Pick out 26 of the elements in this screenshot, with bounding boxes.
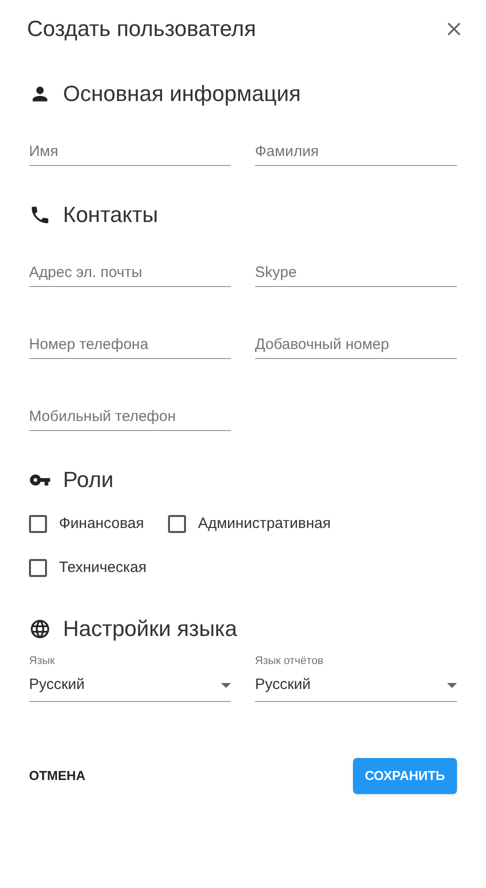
text-field[interactable]: Мобильный телефон xyxy=(29,383,231,431)
section-heading: Контакты xyxy=(63,201,158,229)
section-heading: Роли xyxy=(63,466,114,494)
checkbox-option[interactable]: Техническая xyxy=(29,556,147,580)
select-label: Язык отчётов xyxy=(255,654,324,669)
checkbox[interactable] xyxy=(29,559,47,577)
section-heading: Основная информация xyxy=(63,80,301,108)
text-field[interactable]: Имя xyxy=(29,118,231,166)
globe-icon xyxy=(29,618,51,640)
checkbox-option[interactable]: Финансовая xyxy=(29,512,144,536)
dialog-title: Создать пользователя xyxy=(27,15,256,43)
language-select[interactable]: Русский xyxy=(29,670,231,702)
dropdown-caret-icon xyxy=(221,682,231,688)
cancel-button[interactable]: ОТМЕНА xyxy=(21,758,94,794)
text-field[interactable]: Адрес эл. почты xyxy=(29,239,231,287)
text-field[interactable]: Skype xyxy=(255,239,457,287)
dropdown-caret-icon xyxy=(447,682,457,688)
select-label: Язык xyxy=(29,654,56,669)
checkbox[interactable] xyxy=(168,515,186,533)
text-field[interactable]: Номер телефона xyxy=(29,311,231,359)
checkbox-option[interactable]: Административная xyxy=(168,512,331,536)
text-field[interactable]: Добавочный номер xyxy=(255,311,457,359)
checkbox[interactable] xyxy=(29,515,47,533)
text-field[interactable]: Фамилия xyxy=(255,118,457,166)
section-heading: Настройки языка xyxy=(63,615,238,643)
language-select[interactable]: Русский xyxy=(255,670,457,702)
